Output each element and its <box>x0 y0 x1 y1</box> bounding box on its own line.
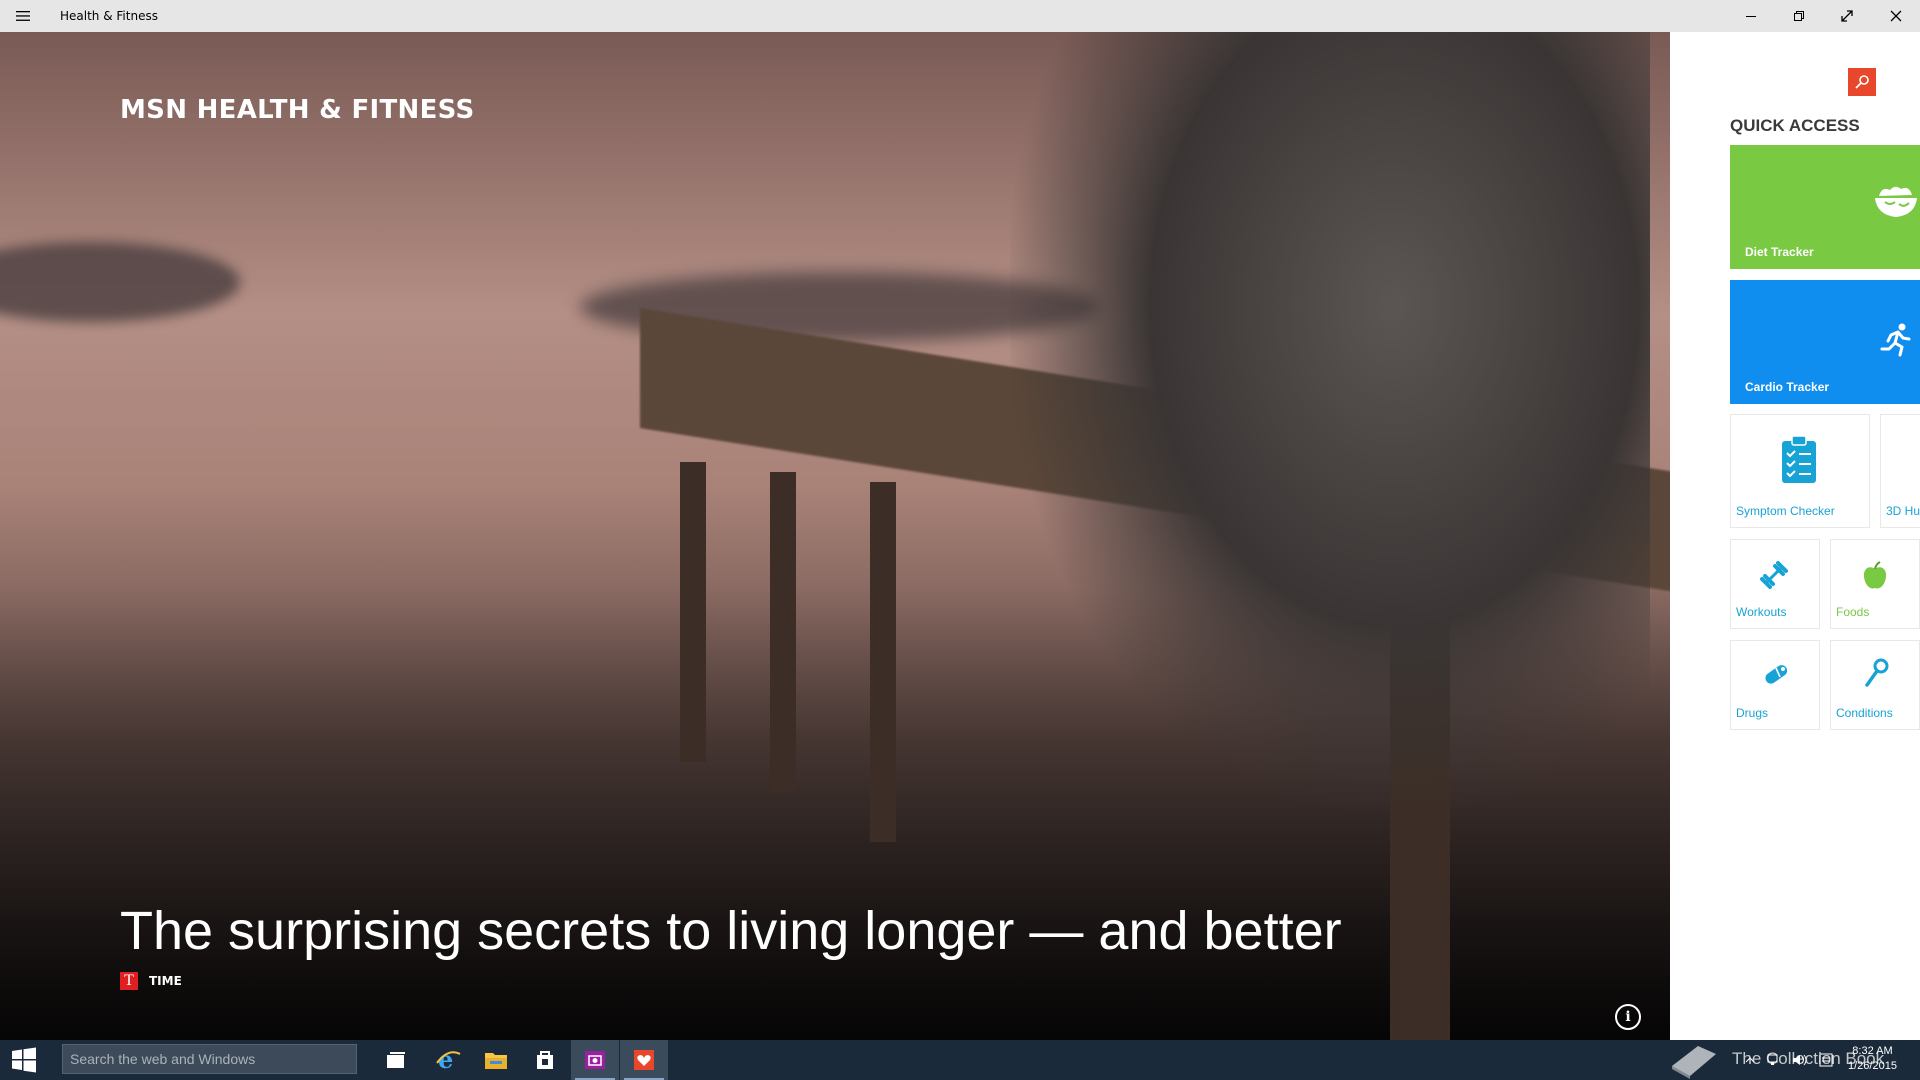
task-view-button[interactable] <box>372 1040 420 1080</box>
hero-image-island <box>0 242 240 322</box>
info-icon: i <box>1625 1009 1631 1025</box>
photo-app-button[interactable] <box>571 1040 619 1080</box>
info-button[interactable]: i <box>1615 1004 1641 1030</box>
watermark: The Collection Book <box>1668 1038 1884 1080</box>
windows-logo-icon <box>12 1047 36 1073</box>
tile-label: Diet Tracker <box>1745 245 1814 259</box>
conditions-tile[interactable]: Conditions <box>1830 640 1920 730</box>
foods-tile[interactable]: Foods <box>1830 539 1920 629</box>
workouts-tile[interactable]: Workouts <box>1730 539 1820 629</box>
search-icon <box>1855 75 1869 89</box>
apple-icon <box>1863 561 1887 589</box>
tile-label: Cardio Tracker <box>1745 380 1830 394</box>
hero-image-dock-post <box>770 472 796 792</box>
health-fitness-app-button[interactable] <box>620 1040 668 1080</box>
tile-label: 3D Hu <box>1886 504 1920 518</box>
book-logo-icon <box>1672 1046 1716 1079</box>
close-icon <box>1890 10 1902 22</box>
tile-label: Conditions <box>1836 706 1893 720</box>
watermark-text: The Collection Book <box>1732 1049 1885 1068</box>
drugs-tile[interactable]: Drugs <box>1730 640 1820 730</box>
tile-label: Workouts <box>1736 605 1787 619</box>
tile-label: Drugs <box>1736 706 1769 720</box>
start-button[interactable] <box>0 1040 48 1080</box>
restore-button[interactable] <box>1775 0 1823 32</box>
symptom-checker-tile[interactable]: Symptom Checker <box>1730 414 1870 528</box>
quick-access-title: QUICK ACCESS <box>1730 116 1860 135</box>
minimize-icon <box>1746 16 1756 17</box>
brand-title: MSN HEALTH & FITNESS <box>120 95 475 125</box>
time-logo-icon: T <box>120 972 138 990</box>
salad-bowl-icon <box>1875 186 1917 217</box>
hero-headline[interactable]: The surprising secrets to living longer … <box>120 900 1342 962</box>
file-explorer-icon <box>485 1053 507 1069</box>
pill-icon <box>1765 665 1788 684</box>
fullscreen-icon <box>1841 10 1853 22</box>
taskbar-search[interactable] <box>62 1044 357 1074</box>
internet-explorer-icon: e <box>436 1047 461 1073</box>
minimize-button[interactable] <box>1727 0 1775 32</box>
hero-image-dock-post <box>870 482 896 842</box>
diet-tracker-tile[interactable]: Diet Tracker <box>1730 145 1920 269</box>
close-button[interactable] <box>1872 0 1920 32</box>
stethoscope-icon <box>1865 658 1889 687</box>
fullscreen-button[interactable] <box>1823 0 1871 32</box>
search-button[interactable] <box>1848 68 1876 96</box>
hamburger-icon <box>16 11 30 21</box>
internet-explorer-button[interactable]: e <box>424 1040 472 1080</box>
3d-human-tile[interactable]: 3D Hu <box>1880 414 1920 528</box>
source-name: TIME <box>149 974 182 988</box>
tile-label: Symptom Checker <box>1736 504 1835 518</box>
title-bar: Health & Fitness <box>0 0 1920 32</box>
source-attribution: T TIME <box>120 972 182 990</box>
hero-image-dock-post <box>680 462 706 762</box>
cardio-tracker-tile[interactable]: Cardio Tracker <box>1730 280 1920 404</box>
hero-story[interactable]: MSN HEALTH & FITNESS The surprising secr… <box>0 32 1670 1040</box>
running-person-icon <box>1880 323 1911 357</box>
store-button[interactable] <box>521 1040 569 1080</box>
file-explorer-button[interactable] <box>472 1040 520 1080</box>
photo-app-icon <box>585 1051 605 1069</box>
window-title: Health & Fitness <box>60 9 158 23</box>
health-fitness-app-icon <box>634 1050 654 1070</box>
task-view-icon <box>387 1052 405 1068</box>
taskbar: e 8:32 AM 1/26/2015 <box>0 1040 1920 1080</box>
tile-label: Foods <box>1836 605 1870 619</box>
restore-icon <box>1794 11 1804 21</box>
hero-image-people <box>1010 32 1650 812</box>
clipboard-checklist-icon <box>1782 435 1816 483</box>
search-input[interactable] <box>63 1045 356 1073</box>
dumbbell-icon <box>1760 561 1788 589</box>
hamburger-menu-button[interactable] <box>0 0 46 32</box>
store-icon <box>537 1051 553 1069</box>
